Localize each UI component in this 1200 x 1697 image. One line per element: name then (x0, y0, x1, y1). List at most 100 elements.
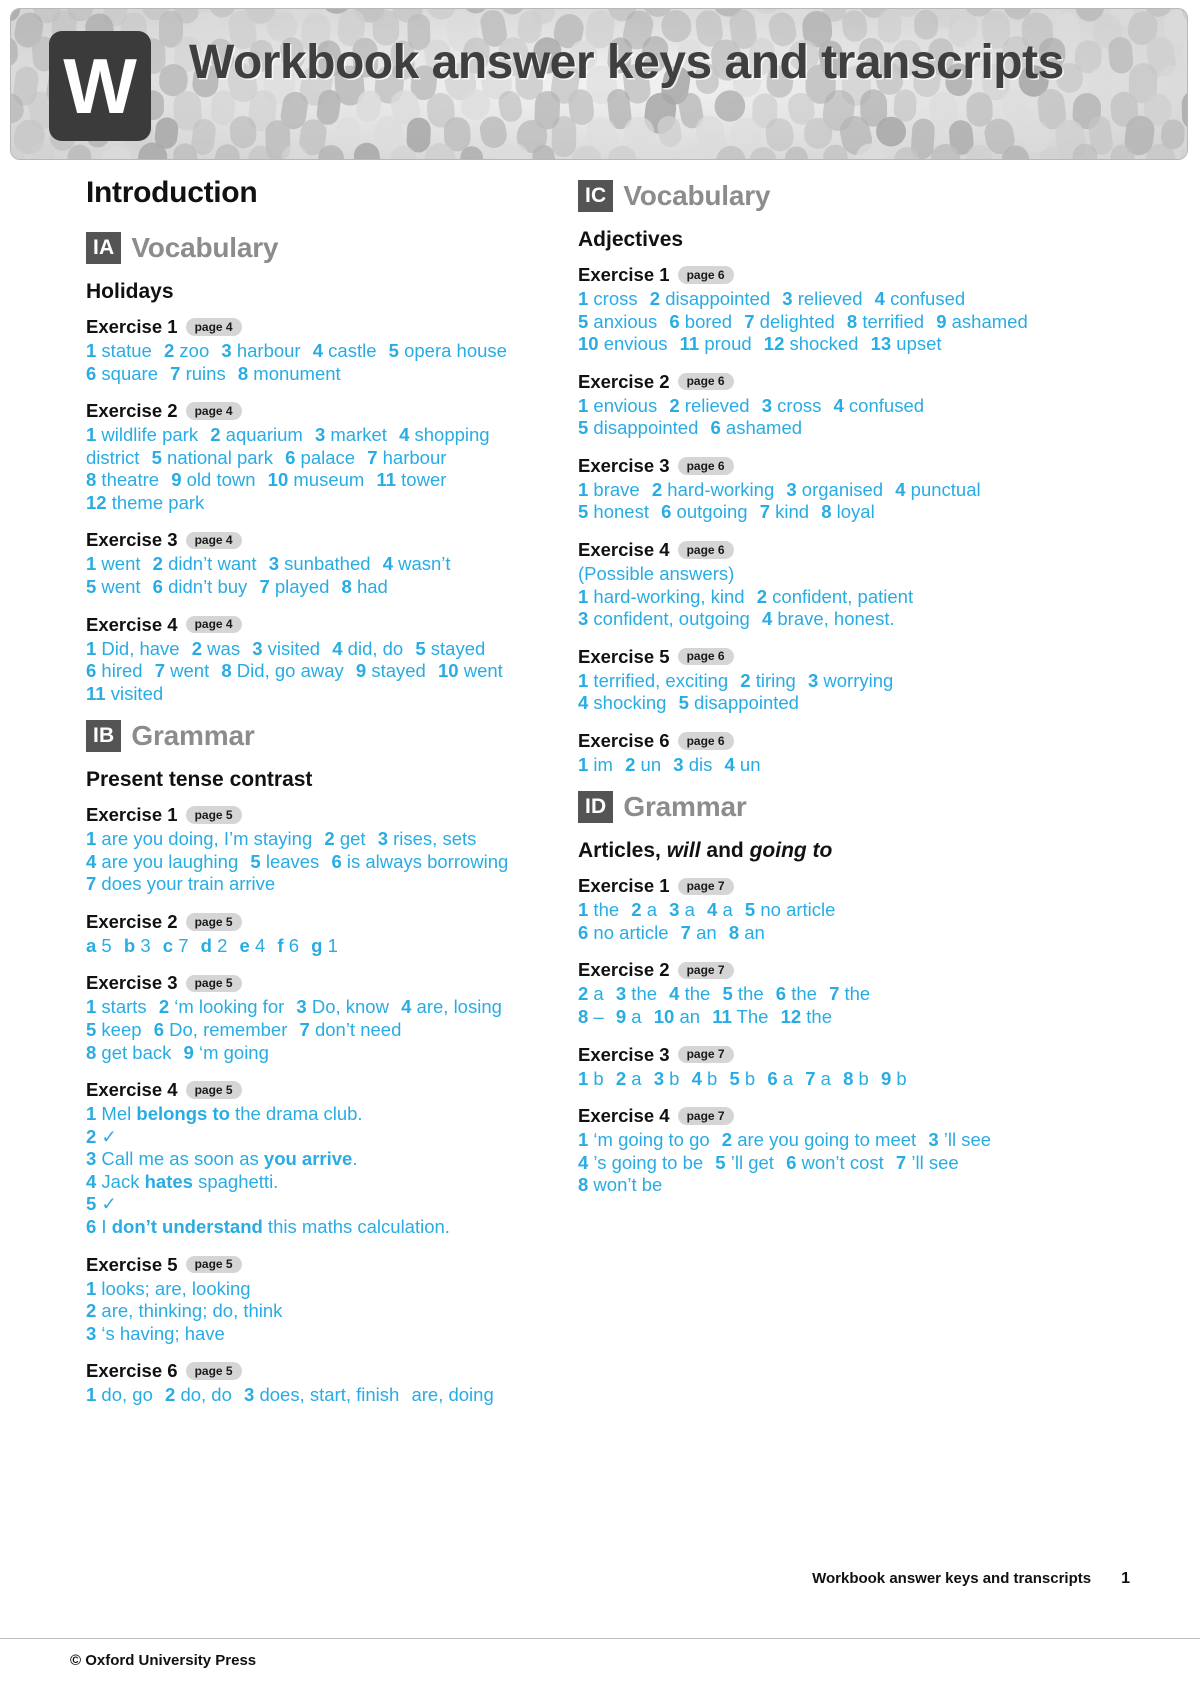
answer-line: 1 terrified, exciting 2 tiring 3 worryin… (578, 669, 894, 691)
exercise-heading: Exercise 2 page 4 (86, 400, 556, 422)
document-page: W Workbook answer keys and transcripts I… (0, 0, 1200, 1697)
answer-line: 4 are you laughing 5 leaves 6 is always … (86, 850, 509, 872)
answer-line: 4 Jack hates spaghetti. (86, 1170, 279, 1192)
section-ic: IC Vocabulary Adjectives Exercise 1 page 6 1 … (578, 180, 1048, 776)
answer-line: 1 b 2 a 3 b 4 b 5 b 6 a 7 a 8 b 9 b (578, 1067, 907, 1089)
section-heading: IA Vocabulary (86, 232, 556, 264)
answer-line: 2 a 3 the 4 the 5 the 6 the 7 the (578, 983, 871, 1005)
answer-line: 4 shocking 5 disappointed (578, 692, 799, 714)
section-heading: IB Grammar (86, 720, 556, 753)
exercise-heading: Exercise 2 page 5 (86, 911, 556, 933)
exercise-title: Exercise 2 (578, 370, 670, 392)
exercise-block: Exercise 6 page 5 1 do, go 2 do, do 3 does… (86, 1360, 556, 1407)
topic-heading: Present tense contrast (86, 768, 313, 792)
answer-line: 1 envious 2 relieved 3 cross 4 confused (578, 394, 925, 416)
page-reference-badge: page 6 (677, 541, 734, 559)
section-badge: IA (86, 232, 122, 264)
answer-line: 8 – 9 a 10 an 11 The 12 the (578, 1006, 833, 1027)
answer-line: 5 went 6 didn’t buy 7 played 8 had (86, 575, 388, 597)
section-label: Grammar (131, 720, 255, 752)
exercise-title: Exercise 4 (86, 1079, 178, 1101)
exercise-block: Exercise 3 page 4 1 went 2 didn’t want 3 s… (86, 529, 556, 598)
page-reference-badge: page 7 (677, 877, 734, 896)
exercise-heading: Exercise 1 page 4 (86, 316, 556, 338)
answer-line: district 5 national park 6 palace 7 harb… (86, 446, 447, 468)
topic-heading: Holidays (86, 280, 174, 303)
exercise-title: Exercise 4 (86, 613, 178, 635)
page-reference-badge: page 6 (677, 647, 734, 666)
exercise-title: Exercise 5 (86, 1253, 178, 1275)
answer-line: 1 starts 2 ‘m looking for 3 Do, know 4 a… (86, 996, 502, 1018)
page-title: Workbook answer keys and transcripts (189, 36, 1064, 89)
exercise-title: Exercise 4 (578, 1105, 670, 1127)
page-reference-badge: page 5 (185, 1255, 242, 1274)
answer-line: 1 do, go 2 do, do 3 does, start, finish … (86, 1384, 494, 1406)
exercise-block: Exercise 2 page 7 2 a 3 the 4 the 5 the 6 … (578, 959, 1048, 1028)
exercise-block: Exercise 4 page 4 1 Did, have 2 was 3 visi… (86, 614, 556, 706)
exercise-title: Exercise 5 (578, 645, 670, 667)
answer-line: 2 ✓ (86, 1125, 117, 1147)
exercise-heading: Exercise 6 page 6 (578, 730, 1048, 752)
answer-line: 5 ✓ (86, 1193, 117, 1215)
page-reference-badge: page 4 (185, 531, 242, 550)
answer-line: 3 Call me as soon as you arrive. (86, 1148, 358, 1170)
workbook-badge: W (49, 31, 151, 141)
exercise-block: Exercise 4 page 5 1 Mel belongs to the dra… (86, 1079, 556, 1238)
answer-line: 1 looks; are, looking (86, 1277, 251, 1299)
exercise-block: Exercise 4 page 7 1 ‘m going to go 2 are y… (578, 1105, 1048, 1197)
page-reference-badge: page 6 (677, 732, 734, 750)
section-label: Vocabulary (623, 180, 771, 211)
exercise-block: Exercise 1 page 7 1 the 2 a 3 a 4 a 5 no a… (578, 875, 1048, 944)
exercise-title: Exercise 1 (578, 875, 670, 897)
answer-line: 8 get back 9 ‘m going (86, 1041, 269, 1063)
page-reference-badge: page 4 (185, 615, 242, 634)
exercise-block: Exercise 5 page 6 1 terrified, exciting 2 … (578, 646, 1048, 715)
exercise-heading: Exercise 5 page 6 (578, 646, 1048, 668)
exercise-block: Exercise 3 page 5 1 starts 2 ‘m looking fo… (86, 972, 556, 1064)
exercise-title: Exercise 4 (578, 538, 670, 560)
page-reference-badge: page 5 (185, 974, 242, 993)
footer-page-number: 1 (1121, 1570, 1130, 1587)
answer-line: 7 does your train arrive (86, 873, 276, 895)
section-badge: IB (86, 720, 122, 753)
exercise-title: Exercise 2 (86, 400, 178, 422)
answer-line: 6 square 7 ruins 8 monument (86, 362, 341, 384)
exercise-title: Exercise 3 (578, 454, 670, 476)
exercise-block: Exercise 5 page 5 1 looks; are, looking 2 a… (86, 1254, 556, 1346)
answer-line: 3 ‘s having; have (86, 1322, 225, 1344)
answer-line: 8 won’t be (578, 1174, 663, 1196)
answer-line: 1 cross 2 disappointed 3 relieved 4 conf… (578, 288, 966, 309)
unit-title: Introduction (86, 176, 258, 209)
answer-line: 6 I don’t understand this maths calculat… (86, 1215, 450, 1237)
page-reference-badge: page 4 (185, 402, 242, 420)
right-sections-container: IC Vocabulary Adjectives Exercise 1 page 6 1 … (578, 180, 1048, 1197)
page-reference-badge: page 5 (185, 1362, 242, 1380)
page-reference-badge: page 5 (185, 913, 242, 931)
section-badge: ID (578, 791, 614, 824)
exercise-heading: Exercise 5 page 5 (86, 1254, 556, 1276)
answer-line: 12 theme park (86, 491, 205, 513)
answer-line: 10 envious 11 proud 12 shocked 13 upset (578, 333, 942, 355)
exercise-heading: Exercise 3 page 7 (578, 1044, 1048, 1066)
footer-copyright: © Oxford University Press (70, 1652, 257, 1669)
answer-line: 1 statue 2 zoo 3 harbour 4 castle 5 oper… (86, 340, 507, 361)
page-reference-badge: page 7 (677, 1107, 734, 1125)
answer-line: 1 im 2 un 3 dis 4 un (578, 753, 761, 775)
exercise-heading: Exercise 1 page 5 (86, 804, 556, 826)
exercise-title: Exercise 6 (86, 1360, 178, 1382)
exercise-heading: Exercise 4 page 5 (86, 1079, 556, 1101)
exercise-block: Exercise 1 page 5 1 are you doing, I’m sta… (86, 804, 556, 896)
exercise-title: Exercise 1 (86, 804, 178, 826)
exercise-title: Exercise 3 (578, 1043, 670, 1065)
exercise-heading: Exercise 1 page 6 (578, 264, 1048, 286)
exercise-heading: Exercise 3 page 6 (578, 455, 1048, 477)
answer-line: a 5 b 3 c 7 d 2 e 4 f 6 g 1 (86, 934, 338, 956)
page-reference-badge: page 7 (677, 1045, 734, 1064)
exercise-block: Exercise 6 page 6 1 im 2 un 3 dis 4 un (578, 730, 1048, 777)
answer-line: 1 hard-working, kind 2 confident, patien… (578, 585, 914, 607)
page-reference-badge: page 6 (677, 457, 734, 475)
answer-line: 1 are you doing, I’m staying 2 get 3 ris… (86, 828, 477, 850)
exercise-block: Exercise 2 page 4 1 wildlife park 2 aquari… (86, 400, 556, 514)
footer-doc-title: Workbook answer keys and transcripts (812, 1570, 1092, 1587)
answer-note: (Possible answers) (578, 562, 735, 584)
